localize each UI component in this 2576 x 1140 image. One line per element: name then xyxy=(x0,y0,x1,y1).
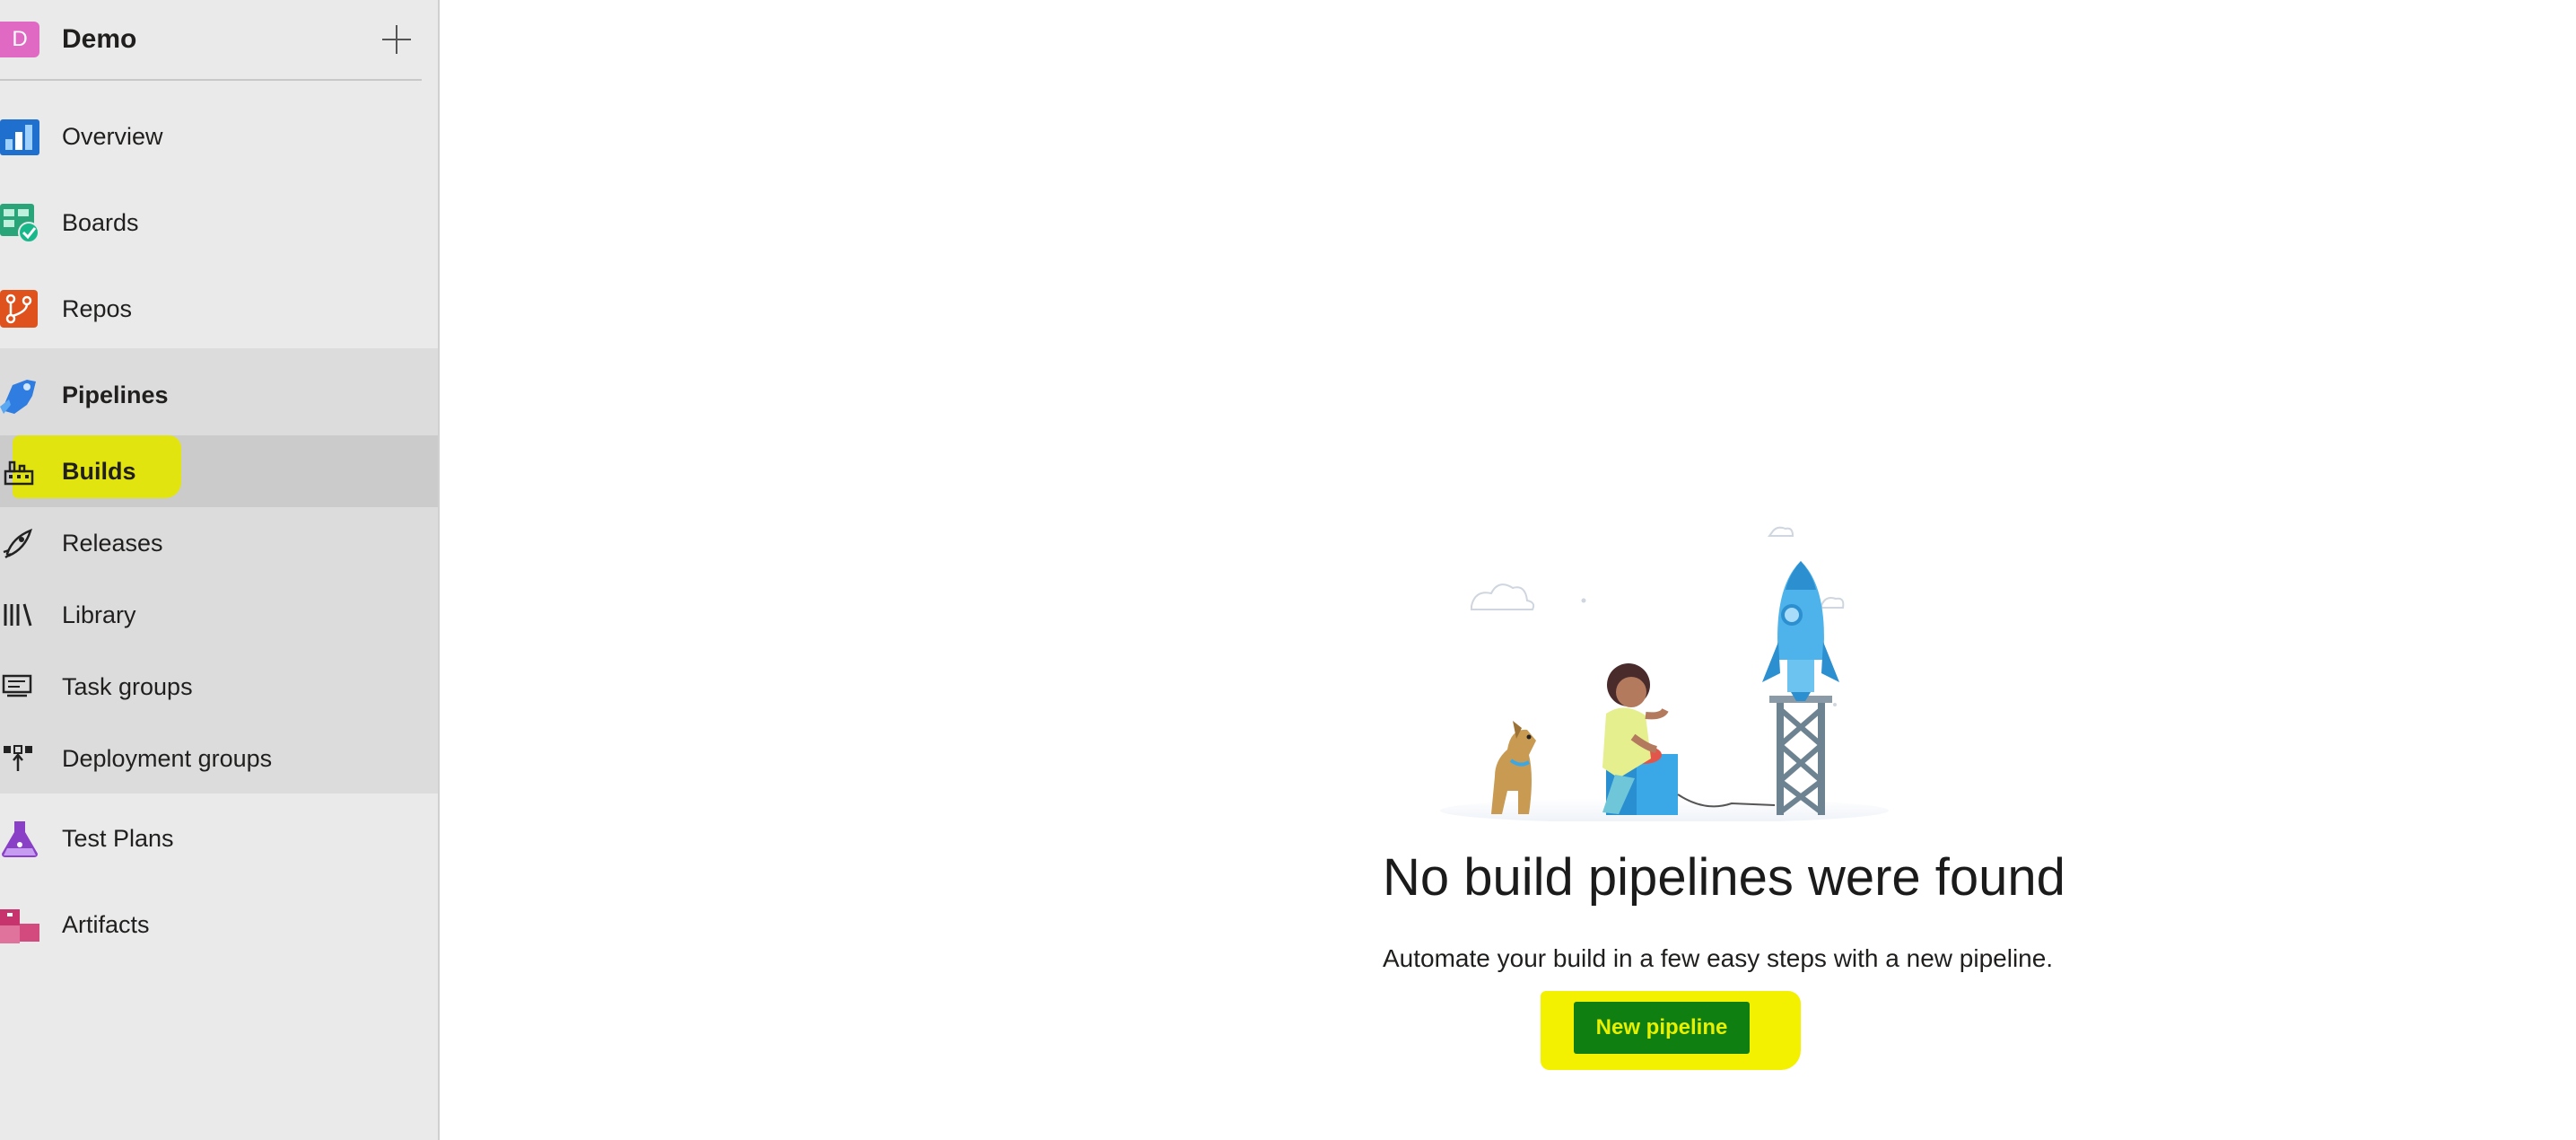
nav-item-deployment-groups[interactable]: Deployment groups xyxy=(0,723,438,794)
nav-label-task-groups: Task groups xyxy=(62,673,193,700)
builds-icon xyxy=(4,460,34,486)
project-avatar: D xyxy=(0,22,39,57)
nav-item-artifacts[interactable]: Artifacts xyxy=(0,881,438,968)
sidebar: D Demo Overview Boards Repos Pipelines B… xyxy=(0,0,440,1140)
task-groups-icon xyxy=(2,674,32,697)
nav-item-boards[interactable]: Boards xyxy=(0,180,438,266)
nav-label-repos: Repos xyxy=(62,295,133,322)
empty-state-description: Automate your build in a few easy steps … xyxy=(1383,944,2054,972)
test-plans-icon xyxy=(2,821,38,857)
nav-label-builds: Builds xyxy=(62,458,136,485)
nav-item-overview[interactable]: Overview xyxy=(0,93,438,180)
nav-item-builds[interactable]: Builds xyxy=(0,435,438,507)
overview-icon xyxy=(0,119,39,155)
project-name[interactable]: Demo xyxy=(62,20,136,59)
pipelines-icon xyxy=(0,380,36,414)
artifacts-icon xyxy=(0,909,39,943)
nav-item-repos[interactable]: Repos xyxy=(0,266,438,352)
boards-icon xyxy=(0,204,39,243)
nav-label-deployment-groups: Deployment groups xyxy=(62,745,273,772)
nav-label-pipelines: Pipelines xyxy=(62,381,169,408)
library-icon xyxy=(4,603,32,627)
nav-item-library[interactable]: Library xyxy=(0,579,438,651)
project-header: D Demo xyxy=(0,0,422,81)
repos-icon xyxy=(0,290,38,328)
plus-icon xyxy=(382,25,411,54)
nav-item-task-groups[interactable]: Task groups xyxy=(0,651,438,723)
deployment-groups-icon xyxy=(4,745,32,771)
new-pipeline-button[interactable]: New pipeline xyxy=(1574,1002,1750,1054)
nav-label-boards: Boards xyxy=(62,209,139,236)
nav-label-artifacts: Artifacts xyxy=(62,911,150,938)
nav-item-test-plans[interactable]: Test Plans xyxy=(0,795,438,881)
add-button[interactable] xyxy=(377,20,416,59)
nav-item-releases[interactable]: Releases xyxy=(0,507,438,579)
empty-state-title: No build pipelines were found xyxy=(1383,848,2065,907)
main-content: No build pipelines were found Automate y… xyxy=(440,0,2576,1140)
releases-icon xyxy=(3,528,32,559)
rocket-launch-illustration xyxy=(1440,526,1889,821)
nav-label-library: Library xyxy=(62,601,136,628)
nav-item-pipelines[interactable]: Pipelines xyxy=(0,352,438,438)
nav-label-test-plans: Test Plans xyxy=(62,825,174,852)
nav-label-releases: Releases xyxy=(62,530,163,557)
nav-label-overview: Overview xyxy=(62,123,163,150)
